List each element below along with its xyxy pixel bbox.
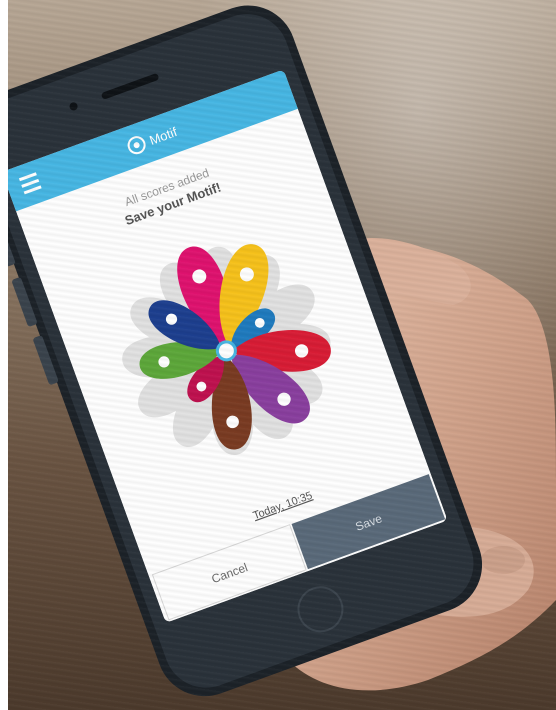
photo-scene: Motif All scores added Save your Motif! …: [8, 0, 556, 710]
running-shoe-icon: [294, 344, 309, 358]
smartphone: Motif All scores added Save your Motif! …: [8, 5, 483, 697]
